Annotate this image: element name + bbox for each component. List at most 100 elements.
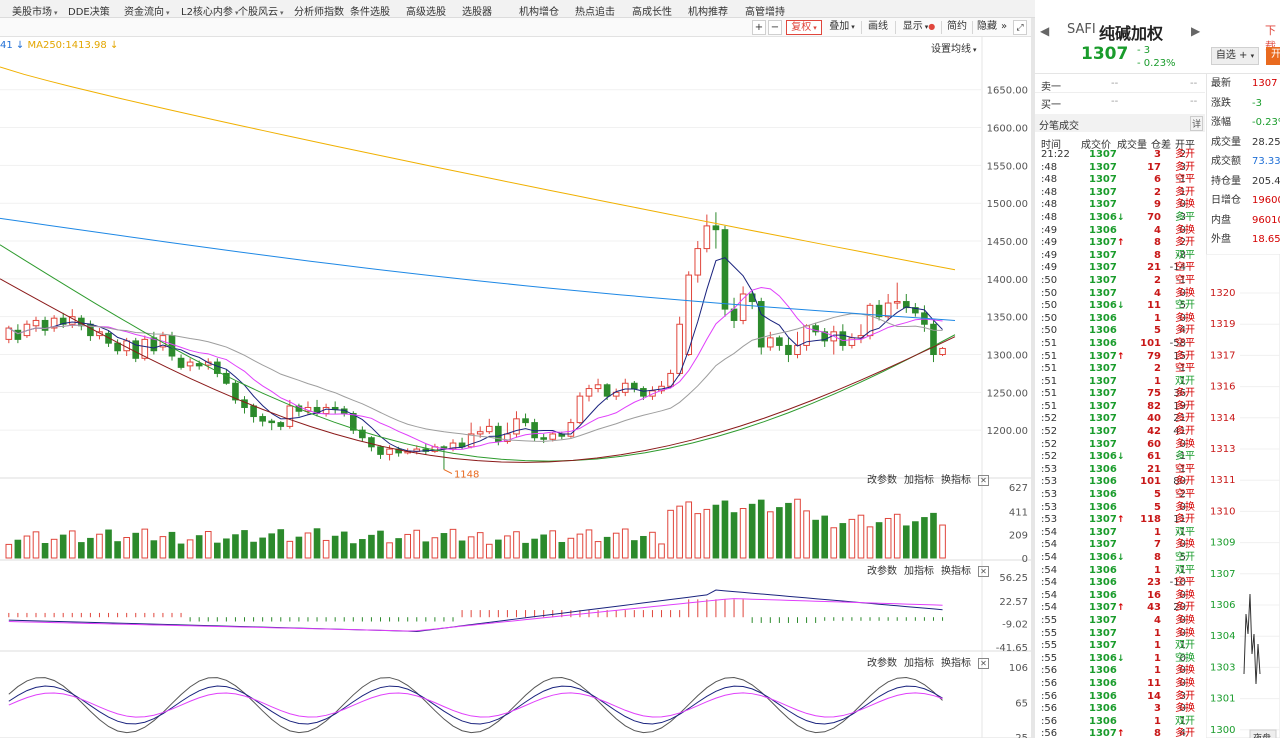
menu-item-9[interactable]: 机构增仓 (519, 3, 559, 18)
price-tick-label: 1200.00 (987, 426, 1028, 437)
add-indicator-link[interactable]: 加指标 (904, 566, 934, 577)
menu-label: 高级选股 (406, 7, 446, 18)
diejia-button[interactable]: 叠加 ▾ (826, 20, 858, 35)
volume-bar (576, 533, 584, 559)
volume-bar (776, 507, 783, 559)
kline-chart[interactable]: 1650.00 1600.00 1550.00 1500.00 1450.00 1400.… (0, 37, 1031, 738)
divider (861, 21, 862, 34)
candle (268, 420, 276, 424)
tick-row: :49 1307 21 -14 空平 (1035, 262, 1205, 275)
tick-price: 1307 (1089, 413, 1117, 425)
volume-bar (359, 539, 366, 559)
menu-item-2[interactable]: 资金流向 ▾ (124, 3, 170, 18)
menu-item-4[interactable]: 个股风云 ▾ (238, 3, 284, 18)
switch-indicator-link[interactable]: 换指标 (941, 658, 971, 669)
zoom-out-button[interactable]: − (768, 20, 782, 35)
zoom-in-button[interactable]: + (752, 20, 766, 35)
stat-row: 涨幅 -0.23% (1207, 113, 1280, 133)
tick-row: :51 1307 75 36 多开 (1035, 388, 1205, 401)
tick-price: 1307 (1089, 388, 1117, 400)
tick-time: :55 (1041, 627, 1058, 639)
tick-time: :53 (1041, 463, 1058, 475)
kdj-d-line (8, 692, 943, 718)
volume-bar (912, 521, 919, 559)
volume-bar (340, 531, 348, 559)
expand-icon[interactable]: ⤢ (1013, 20, 1027, 35)
tick-type: 空平 (1175, 274, 1195, 286)
mini-intraday-chart[interactable]: 1320 1319 1317 1316 1314 1313 1311 1310 1309 1307… (1206, 254, 1280, 738)
macd-tick-label: 56.25 (999, 573, 1028, 584)
tick-row: :56 1306 1 1 双开 (1035, 716, 1205, 729)
huaxian-button[interactable]: 画线 (866, 20, 890, 35)
menu-item-12[interactable]: 机构推荐 (688, 3, 728, 18)
tick-type: 多开 (1175, 237, 1195, 249)
candle (377, 446, 384, 455)
tick-price: 1306 (1089, 665, 1117, 677)
close-icon[interactable]: ✕ (978, 566, 989, 577)
ticks-list[interactable]: 21:22 1307 3 2 多开:48 1307 17 3 多开:48 1307 6 -1 空平:48… (1035, 149, 1205, 738)
xianshi-button[interactable]: 显示 ▾● (900, 20, 938, 35)
fuquan-button[interactable]: 复权 ▾ (786, 20, 822, 35)
next-arrow-icon[interactable]: ▶ (1191, 24, 1200, 38)
close-icon[interactable]: ✕ (978, 475, 989, 486)
sell1-label: 卖一 (1041, 82, 1061, 93)
open-position-button[interactable]: 开 (1266, 47, 1280, 65)
stat-label: 涨跌 (1211, 97, 1231, 109)
volume-tick-label: 209 (1009, 530, 1028, 541)
volume-bar (621, 528, 629, 559)
change-params-link[interactable]: 改参数 (867, 566, 897, 577)
candle (694, 248, 702, 276)
candle (476, 431, 484, 435)
menu-item-8[interactable]: 选股器 (462, 3, 492, 18)
tick-price: 1307 (1089, 249, 1117, 261)
tick-type: 多开 (1175, 325, 1195, 337)
prev-arrow-icon[interactable]: ◀ (1040, 24, 1049, 38)
volume-bar (585, 529, 593, 559)
tick-price: 1307↑ (1089, 728, 1125, 738)
up-arrow-icon: ↑ (1116, 238, 1125, 249)
menu-item-5[interactable]: 分析师指数 (294, 3, 344, 18)
jianyue-button[interactable]: 简约 (946, 20, 968, 35)
menu-item-13[interactable]: 高管增持 (745, 3, 785, 18)
quote-header: ◀ SAFI 纯碱加权 ▶ 1307 - 3 - 0.23% 下载 自选 + ▾… (1035, 18, 1280, 74)
tick-price: 1307 (1089, 539, 1117, 551)
volume-tick-label: 411 (1009, 507, 1028, 518)
switch-indicator-link[interactable]: 换指标 (941, 566, 971, 577)
tick-time: 21:22 (1041, 149, 1070, 160)
tick-time: :48 (1041, 174, 1058, 186)
candle (549, 433, 557, 440)
candle (250, 405, 257, 418)
yincang-button[interactable]: 隐藏 (976, 20, 998, 35)
tick-type: 空平 (1175, 262, 1195, 274)
volume-bar (259, 537, 266, 559)
tick-time: :50 (1041, 300, 1058, 312)
tick-time: :49 (1041, 224, 1058, 236)
menu-item-1[interactable]: DDE决策 (68, 3, 110, 18)
add-watchlist-button[interactable]: 自选 + ▾ (1211, 47, 1259, 65)
menu-item-3[interactable]: L2核心内参 ▾ (181, 3, 238, 18)
volume-bar (476, 532, 484, 559)
candle (721, 229, 729, 310)
stat-value: 73.33亿 (1252, 156, 1280, 167)
switch-indicator-link[interactable]: 换指标 (941, 475, 971, 486)
volume-bar (712, 504, 720, 559)
close-icon[interactable]: ✕ (978, 658, 989, 669)
more-icon[interactable]: » (998, 20, 1010, 35)
menu-item-10[interactable]: 热点追击 (575, 3, 615, 18)
candle (785, 344, 792, 356)
tick-price: 1307 (1089, 526, 1117, 538)
stat-value: 18.65万 (1252, 234, 1280, 245)
menu-item-11[interactable]: 高成长性 (632, 3, 672, 18)
change-params-link[interactable]: 改参数 (867, 475, 897, 486)
tick-row: :54 1306↓ 8 5 空开 (1035, 552, 1205, 565)
change-params-link[interactable]: 改参数 (867, 658, 897, 669)
tick-time: :49 (1041, 237, 1058, 249)
volume-bar (368, 534, 375, 559)
menu-item-6[interactable]: 条件选股 (350, 3, 390, 18)
tick-row: :54 1306 16 0 多换 (1035, 590, 1205, 603)
ticks-detail-button[interactable]: 详 (1189, 116, 1203, 131)
add-indicator-link[interactable]: 加指标 (904, 475, 934, 486)
menu-item-0[interactable]: 美股市场 ▾ (12, 3, 58, 18)
menu-item-7[interactable]: 高级选股 (406, 3, 446, 18)
add-indicator-link[interactable]: 加指标 (904, 658, 934, 669)
